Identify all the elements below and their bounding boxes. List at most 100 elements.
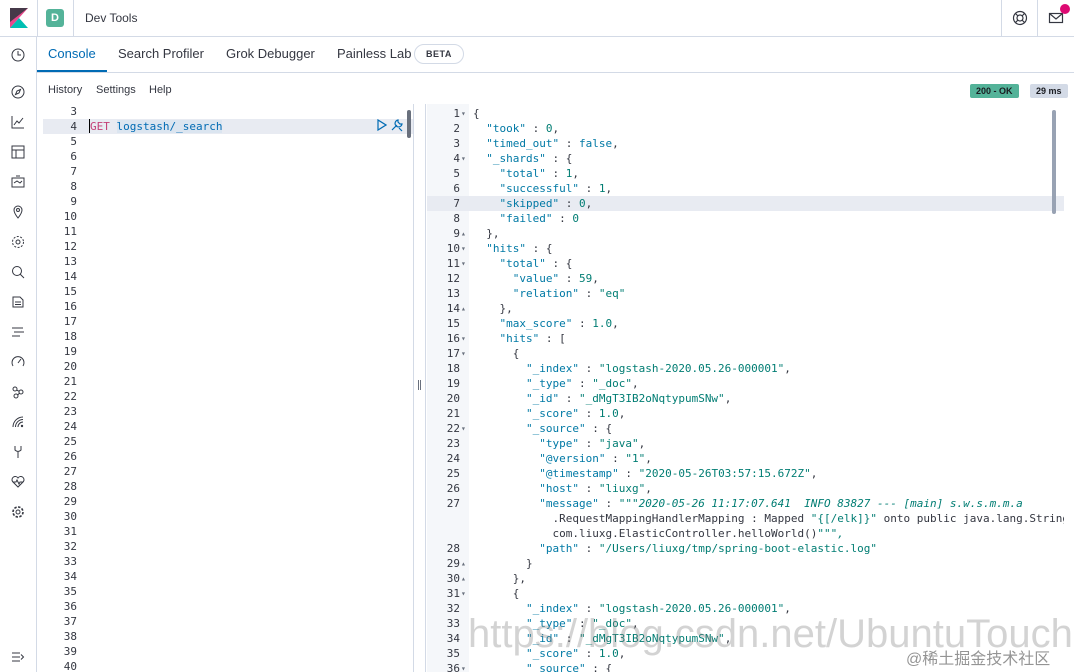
editor-line[interactable]: 31 bbox=[43, 524, 413, 539]
output-line[interactable]: 13 "relation" : "eq" bbox=[427, 286, 1064, 301]
fold-open-icon[interactable]: ▾ bbox=[461, 151, 469, 166]
request-editor[interactable]: 3 4 GET logstash/_search 5 6 7 8 9 10 11 12 13 14 15 1… bbox=[43, 104, 413, 672]
fold-open-icon[interactable]: ▾ bbox=[461, 331, 469, 346]
output-line[interactable]: 18 "_index" : "logstash-2020.05.26-00000… bbox=[427, 361, 1064, 376]
editor-line[interactable]: 21 bbox=[43, 374, 413, 389]
help-link[interactable]: Help bbox=[149, 84, 172, 96]
editor-line[interactable]: 24 bbox=[43, 419, 413, 434]
output-line[interactable]: 11 ▾ "total" : { bbox=[427, 256, 1064, 271]
editor-line[interactable]: 13 bbox=[43, 254, 413, 269]
infrastructure-icon[interactable] bbox=[11, 415, 25, 429]
dashboard-icon[interactable] bbox=[11, 145, 25, 159]
output-line[interactable]: 15 "max_score" : 1.0, bbox=[427, 316, 1064, 331]
uptime-icon[interactable] bbox=[11, 355, 25, 369]
output-line[interactable]: 3 "timed_out" : false, bbox=[427, 136, 1064, 151]
editor-line[interactable]: 28 bbox=[43, 479, 413, 494]
tab-console[interactable]: Console bbox=[48, 46, 96, 61]
history-link[interactable]: History bbox=[48, 84, 82, 96]
editor-line[interactable]: 15 bbox=[43, 284, 413, 299]
output-line[interactable]: 7 "skipped" : 0, bbox=[427, 196, 1064, 211]
editor-line[interactable]: 40 bbox=[43, 659, 413, 672]
output-line[interactable]: 24 "@version" : "1", bbox=[427, 451, 1064, 466]
management-gear-icon[interactable] bbox=[11, 505, 25, 519]
editor-line[interactable]: 32 bbox=[43, 539, 413, 554]
editor-line[interactable]: 18 bbox=[43, 329, 413, 344]
editor-line[interactable]: 4 GET logstash/_search bbox=[43, 119, 413, 134]
collapse-nav-icon[interactable] bbox=[11, 650, 25, 664]
editor-line[interactable]: 17 bbox=[43, 314, 413, 329]
output-line[interactable]: 21 "_score" : 1.0, bbox=[427, 406, 1064, 421]
machine-learning-icon[interactable] bbox=[11, 235, 25, 249]
output-line[interactable]: 22 ▾ "_source" : { bbox=[427, 421, 1064, 436]
dev-tools-icon[interactable] bbox=[11, 445, 25, 459]
play-icon[interactable] bbox=[376, 119, 387, 131]
output-line[interactable]: 30 ▴ }, bbox=[427, 571, 1064, 586]
output-line[interactable]: 10 ▾ "hits" : { bbox=[427, 241, 1064, 256]
canvas-icon[interactable] bbox=[11, 175, 25, 189]
apm-icon[interactable] bbox=[11, 325, 25, 339]
fold-open-icon[interactable]: ▾ bbox=[461, 346, 469, 361]
editor-line[interactable]: 20 bbox=[43, 359, 413, 374]
output-line[interactable]: 4 ▾ "_shards" : { bbox=[427, 151, 1064, 166]
editor-line[interactable]: 36 bbox=[43, 599, 413, 614]
editor-line[interactable]: 33 bbox=[43, 554, 413, 569]
editor-line[interactable]: 10 bbox=[43, 209, 413, 224]
output-line[interactable]: 31 ▾ { bbox=[427, 586, 1064, 601]
fold-open-icon[interactable]: ▾ bbox=[461, 586, 469, 601]
tab-search-profiler[interactable]: Search Profiler bbox=[118, 46, 204, 61]
output-line[interactable]: 12 "value" : 59, bbox=[427, 271, 1064, 286]
editor-line[interactable]: 7 bbox=[43, 164, 413, 179]
siem-icon[interactable] bbox=[11, 385, 25, 399]
editor-line[interactable]: 5 bbox=[43, 134, 413, 149]
editor-line[interactable]: 12 bbox=[43, 239, 413, 254]
editor-line[interactable]: 14 bbox=[43, 269, 413, 284]
editor-line[interactable]: 3 bbox=[43, 104, 413, 119]
output-line[interactable]: 16 ▾ "hits" : [ bbox=[427, 331, 1064, 346]
fold-open-icon[interactable]: ▾ bbox=[461, 241, 469, 256]
editor-line[interactable]: 16 bbox=[43, 299, 413, 314]
editor-line[interactable]: 35 bbox=[43, 584, 413, 599]
fold-open-icon[interactable]: ▾ bbox=[461, 661, 469, 672]
editor-line[interactable]: 8 bbox=[43, 179, 413, 194]
editor-line[interactable]: 38 bbox=[43, 629, 413, 644]
fold-open-icon[interactable]: ▾ bbox=[461, 106, 469, 121]
fold-close-icon[interactable]: ▴ bbox=[461, 226, 469, 241]
editor-line[interactable]: 11 bbox=[43, 224, 413, 239]
response-output[interactable]: 1 ▾{2 "took" : 0, 3 "timed_out" : false, 4 ▾… bbox=[427, 104, 1064, 672]
fold-close-icon[interactable]: ▴ bbox=[461, 301, 469, 316]
output-line[interactable]: com.liuxg.ElasticController.helloWorld()… bbox=[427, 526, 1064, 541]
output-line[interactable]: 19 "_type" : "_doc", bbox=[427, 376, 1064, 391]
editor-line[interactable]: 25 bbox=[43, 434, 413, 449]
output-scrollbar[interactable] bbox=[1052, 110, 1056, 214]
editor-line[interactable]: 26 bbox=[43, 449, 413, 464]
tab-grok-debugger[interactable]: Grok Debugger bbox=[226, 46, 315, 61]
editor-line[interactable]: 19 bbox=[43, 344, 413, 359]
output-line[interactable]: 23 "type" : "java", bbox=[427, 436, 1064, 451]
discover-compass-icon[interactable] bbox=[11, 85, 25, 99]
editor-line[interactable]: 23 bbox=[43, 404, 413, 419]
stack-monitoring-icon[interactable] bbox=[11, 475, 25, 489]
help-icon[interactable] bbox=[1012, 10, 1028, 26]
output-line[interactable]: 17 ▾ { bbox=[427, 346, 1064, 361]
editor-line[interactable]: 39 bbox=[43, 644, 413, 659]
output-line[interactable]: 9 ▴ }, bbox=[427, 226, 1064, 241]
editor-line[interactable]: 27 bbox=[43, 464, 413, 479]
editor-line[interactable]: 22 bbox=[43, 389, 413, 404]
recently-viewed-clock-icon[interactable] bbox=[11, 48, 25, 62]
fold-close-icon[interactable]: ▴ bbox=[461, 556, 469, 571]
output-line[interactable]: 29 ▴ } bbox=[427, 556, 1064, 571]
editor-line[interactable]: 37 bbox=[43, 614, 413, 629]
output-line[interactable]: .RequestMappingHandlerMapping : Mapped "… bbox=[427, 511, 1064, 526]
resizer-grip-icon[interactable] bbox=[418, 380, 421, 390]
visualize-icon[interactable] bbox=[11, 115, 25, 129]
editor-line[interactable]: 30 bbox=[43, 509, 413, 524]
editor-scrollbar[interactable] bbox=[407, 110, 411, 138]
output-line[interactable]: 20 "_id" : "_dMgT3IB2oNqtypumSNw", bbox=[427, 391, 1064, 406]
space-avatar[interactable]: D bbox=[46, 9, 64, 27]
kibana-logo-icon[interactable] bbox=[10, 8, 28, 28]
fold-close-icon[interactable]: ▴ bbox=[461, 571, 469, 586]
output-line[interactable]: 28 "path" : "/Users/liuxg/tmp/spring-boo… bbox=[427, 541, 1064, 556]
output-line[interactable]: 6 "successful" : 1, bbox=[427, 181, 1064, 196]
output-line[interactable]: 25 "@timestamp" : "2020-05-26T03:57:15.6… bbox=[427, 466, 1064, 481]
output-line[interactable]: 1 ▾ { bbox=[427, 106, 1064, 121]
